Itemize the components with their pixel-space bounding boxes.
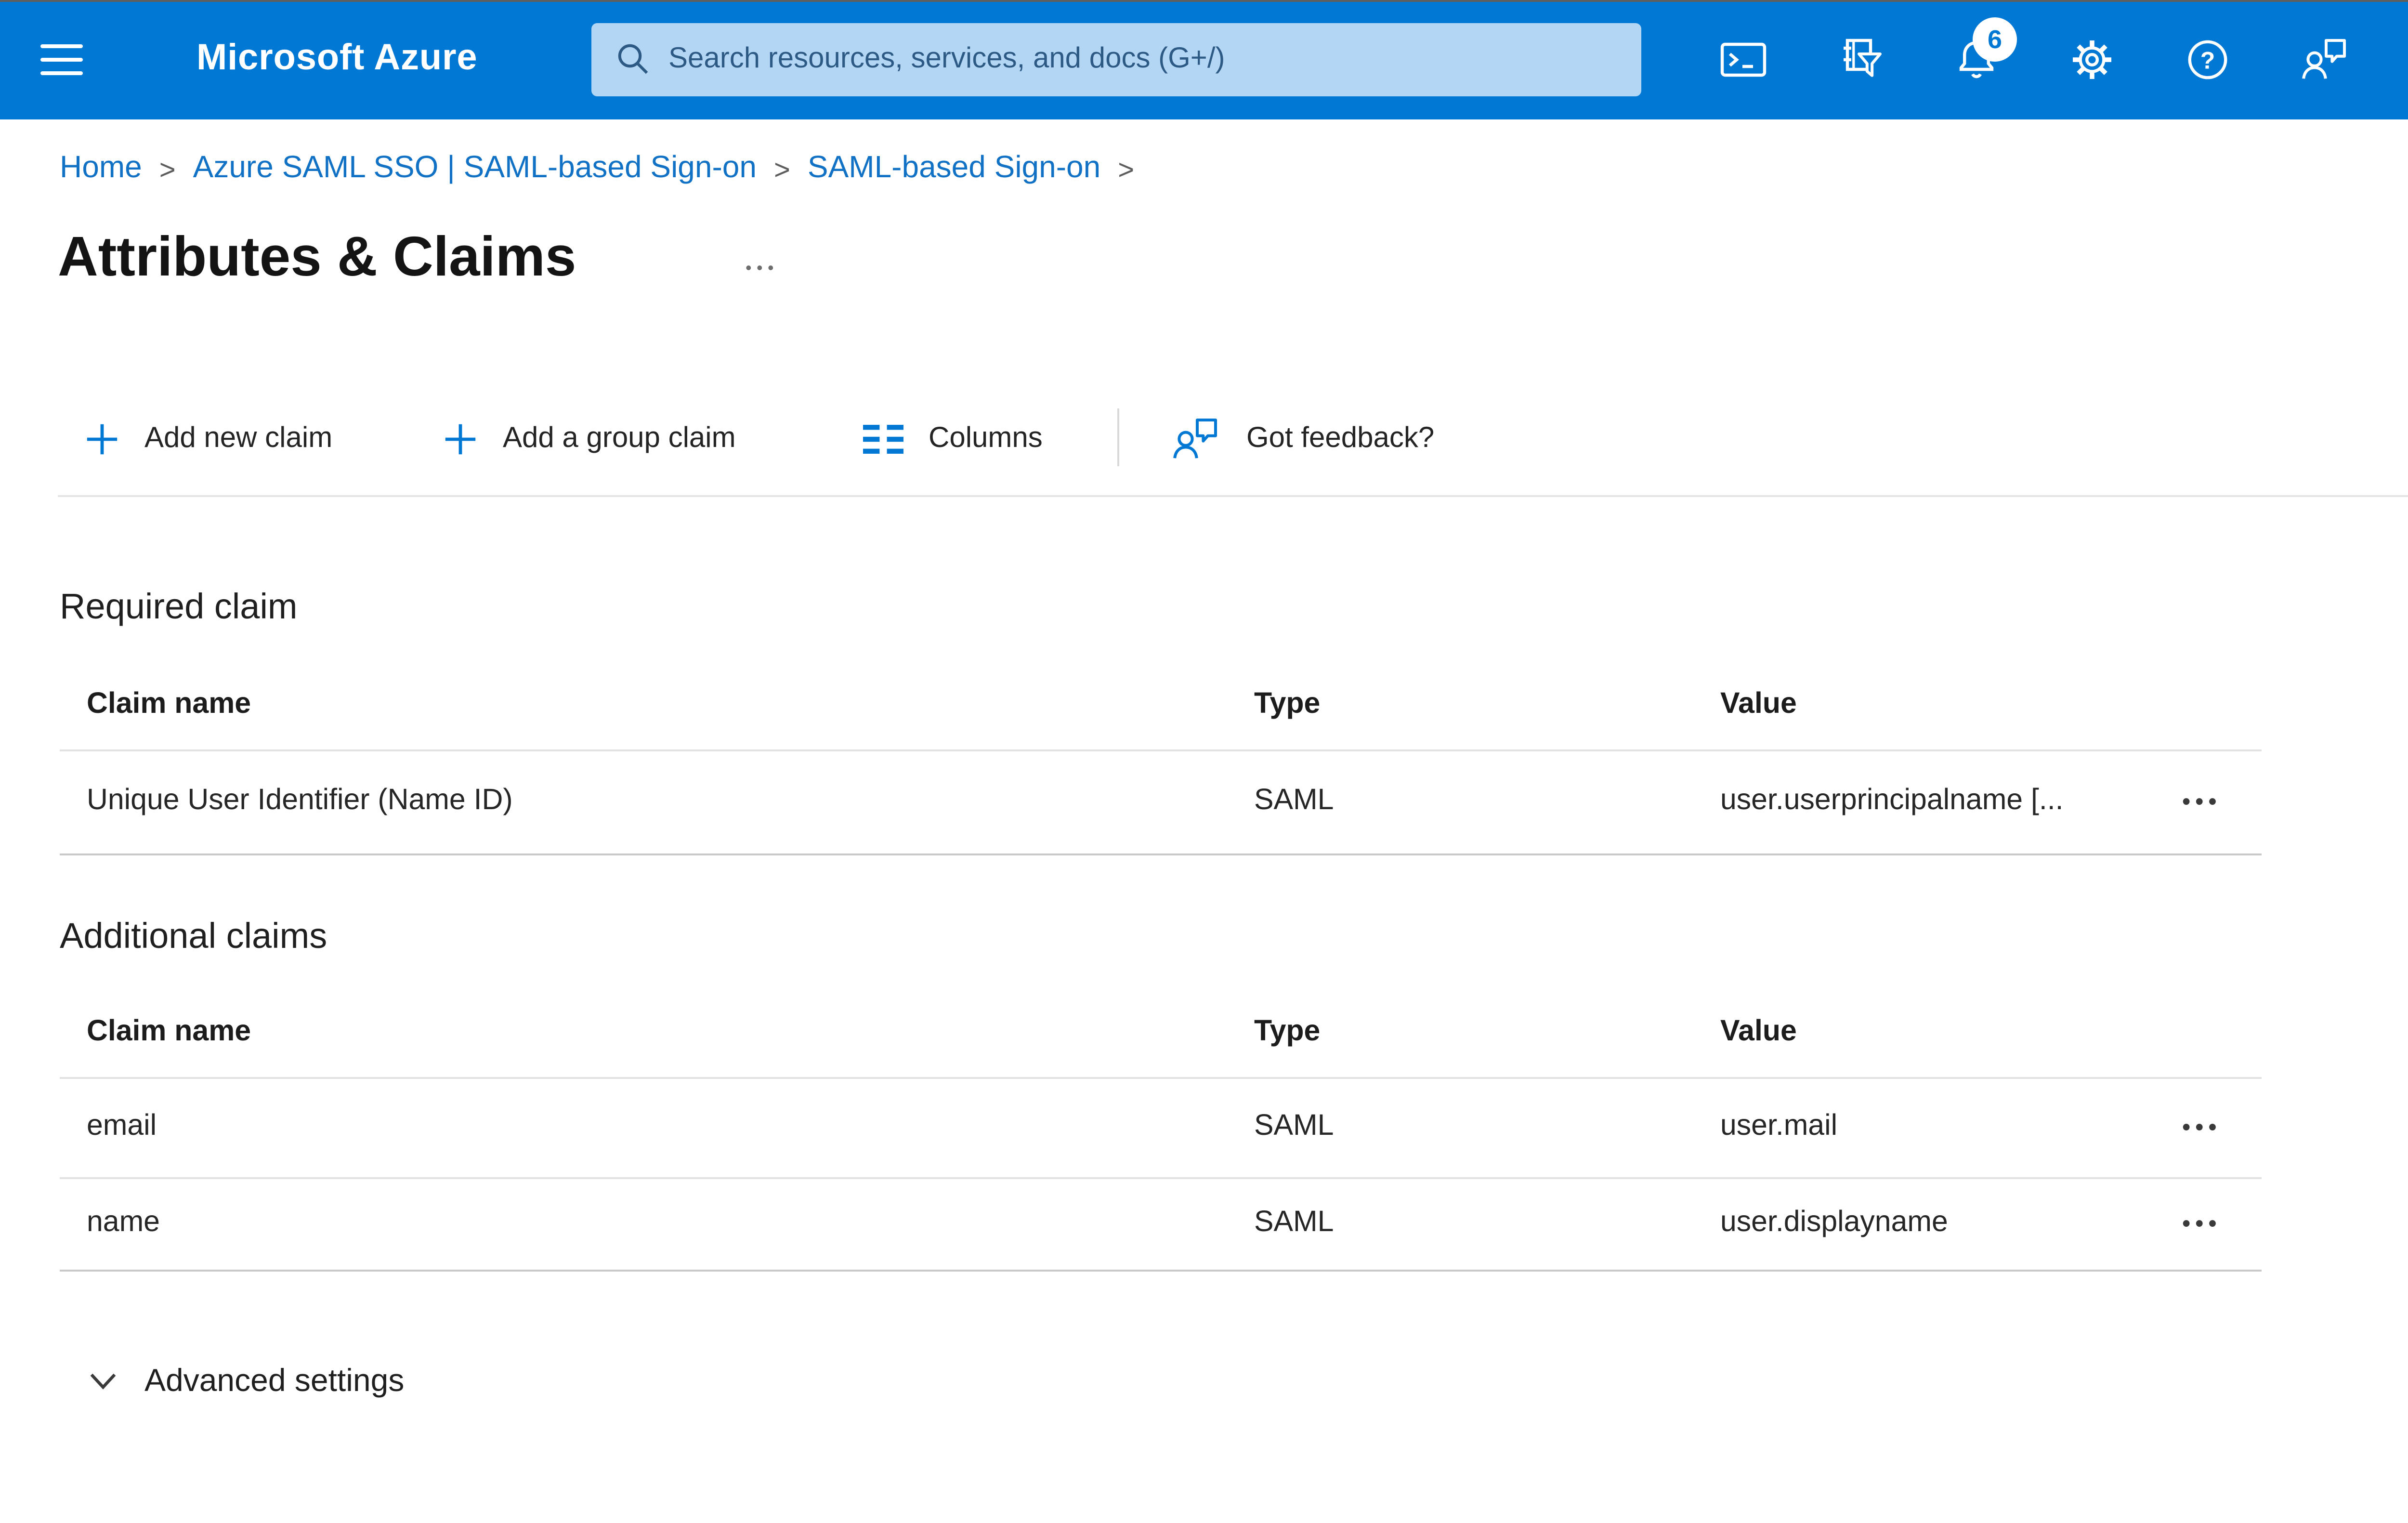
columns-icon [863, 423, 903, 454]
title-overflow-menu[interactable]: ••• [746, 258, 779, 277]
chevron-down-icon [89, 1372, 118, 1391]
feedback-icon[interactable] [2300, 37, 2346, 83]
notification-badge[interactable]: 6 [1973, 16, 2017, 61]
advanced-settings-toggle[interactable]: Advanced settings [89, 1352, 404, 1410]
breadcrumb-link-home[interactable]: Home [60, 152, 142, 187]
page-title: Attributes & Claims [58, 227, 576, 289]
search-input[interactable]: Search resources, services, and docs (G+… [591, 23, 1641, 95]
add-group-claim-button[interactable]: Add a group claim [443, 403, 736, 474]
column-header-type: Type [1254, 688, 1321, 721]
toolbar-separator [1117, 408, 1119, 466]
row-ellipsis-menu[interactable]: ••• [2158, 1077, 2246, 1177]
breadcrumb-separator: > [774, 155, 790, 186]
column-header-claim-name: Claim name [87, 688, 251, 721]
breadcrumb-link-signon[interactable]: SAML-based Sign-on [808, 152, 1100, 187]
breadcrumb-link-app[interactable]: Azure SAML SSO | SAML-based Sign-on [193, 152, 757, 187]
search-icon [616, 43, 649, 76]
claim-value-cell: user.displayname [1720, 1206, 1948, 1239]
search-placeholder: Search resources, services, and docs (G+… [668, 43, 1225, 76]
breadcrumb-separator: > [1118, 155, 1135, 186]
hamburger-icon[interactable] [40, 44, 83, 76]
top-app-bar: Microsoft Azure Search resources, servic… [0, 0, 2408, 119]
got-feedback-label: Got feedback? [1246, 422, 1435, 455]
azure-portal-window: Microsoft Azure Search resources, servic… [0, 0, 2408, 1523]
window-top-edge [0, 0, 2408, 2]
claim-value-cell: user.userprincipalname [... [1720, 784, 2064, 817]
cloud-shell-icon[interactable] [1720, 37, 1767, 83]
help-icon[interactable]: ? [2185, 37, 2231, 83]
add-new-claim-button[interactable]: Add new claim [85, 403, 332, 474]
additional-claims-heading: Additional claims [60, 915, 327, 956]
columns-label: Columns [929, 422, 1043, 455]
row-ellipsis-menu[interactable]: ••• [2158, 749, 2246, 853]
got-feedback-button[interactable]: Got feedback? [1171, 403, 1434, 474]
breadcrumb-separator: > [159, 155, 176, 186]
advanced-settings-label: Advanced settings [144, 1363, 405, 1398]
svg-text:?: ? [2200, 47, 2215, 74]
gear-icon[interactable] [2069, 37, 2115, 83]
breadcrumb: Home > Azure SAML SSO | SAML-based Sign-… [60, 152, 1134, 187]
plus-icon [443, 421, 478, 456]
directory-filter-icon[interactable] [1838, 37, 1884, 83]
table-divider [60, 1270, 2262, 1273]
toolbar-divider [58, 495, 2408, 497]
column-header-value: Value [1720, 688, 1797, 721]
table-divider [60, 853, 2262, 856]
required-claim-heading: Required claim [60, 586, 298, 626]
add-new-claim-label: Add new claim [144, 422, 333, 455]
claim-type-cell: SAML [1254, 1110, 1334, 1142]
claim-value-cell: user.mail [1720, 1110, 1838, 1142]
column-header-type: Type [1254, 1015, 1321, 1048]
column-header-value: Value [1720, 1015, 1797, 1048]
claim-type-cell: SAML [1254, 1206, 1334, 1239]
claim-name-cell[interactable]: email [87, 1077, 157, 1177]
add-group-claim-label: Add a group claim [503, 422, 736, 455]
table-divider [60, 1077, 2262, 1079]
feedback-icon [1171, 415, 1221, 461]
row-ellipsis-menu[interactable]: ••• [2158, 1177, 2246, 1270]
claim-name-cell[interactable]: name [87, 1177, 160, 1270]
command-bar: Add new claim Add a group claim Columns [0, 403, 2408, 474]
claim-name-cell[interactable]: Unique User Identifier (Name ID) [87, 749, 513, 853]
plus-icon [85, 421, 119, 456]
column-header-claim-name: Claim name [87, 1015, 251, 1048]
brand-title[interactable]: Microsoft Azure [196, 0, 478, 119]
claim-type-cell: SAML [1254, 784, 1334, 817]
columns-button[interactable]: Columns [863, 403, 1043, 474]
